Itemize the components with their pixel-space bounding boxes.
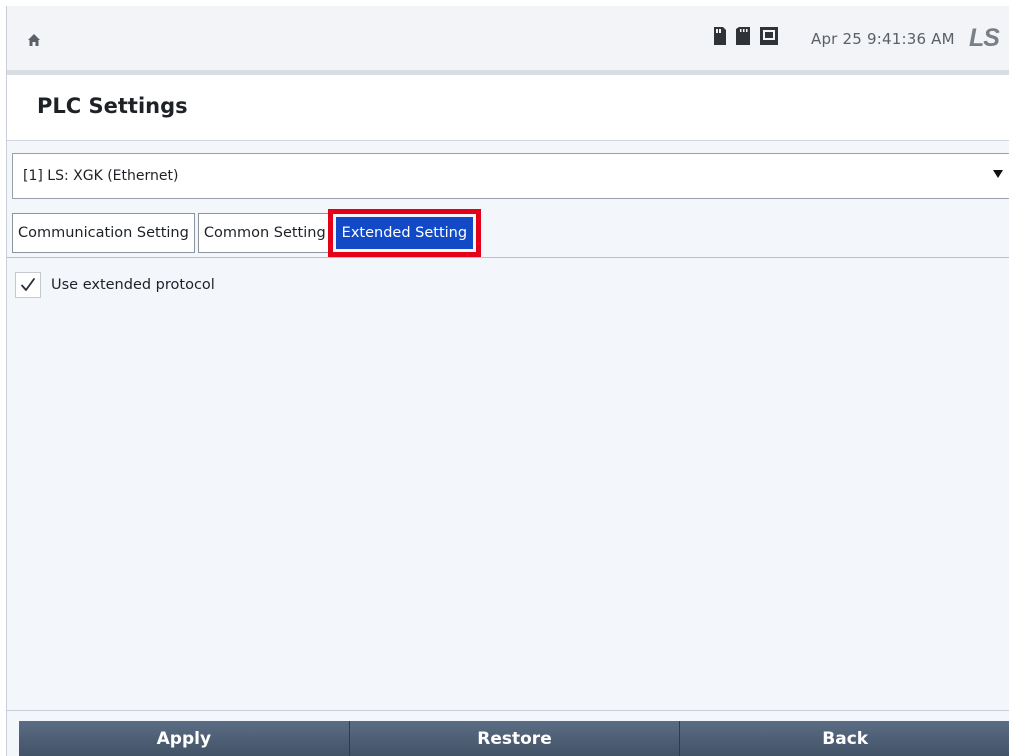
title-bar: PLC Settings: [7, 75, 1009, 141]
settings-tabs: Communication Setting Common Setting Ext…: [12, 209, 482, 257]
apply-button[interactable]: Apply: [19, 721, 350, 756]
hmi-screen: Apr 25 9:41:36 AM LS PLC Settings [1] LS…: [6, 6, 1009, 756]
tab-common-setting[interactable]: Common Setting: [197, 213, 332, 253]
page-title: PLC Settings: [37, 94, 188, 118]
brand-logo: LS: [969, 24, 1000, 52]
tab-communication-setting[interactable]: Communication Setting: [12, 213, 195, 253]
network-icon: [759, 26, 779, 46]
use-extended-protocol-checkbox[interactable]: [15, 272, 41, 298]
status-icons: [713, 26, 779, 46]
extended-setting-panel: Use extended protocol: [7, 258, 1009, 711]
memory-card-icon: [735, 26, 751, 46]
restore-button[interactable]: Restore: [349, 721, 681, 756]
plc-select-value: [1] LS: XGK (Ethernet): [23, 168, 179, 184]
use-extended-protocol-label: Use extended protocol: [51, 277, 215, 293]
plc-select[interactable]: [1] LS: XGK (Ethernet): [12, 153, 1009, 199]
action-bar: Apply Restore Back: [19, 721, 1009, 756]
use-extended-protocol-option[interactable]: Use extended protocol: [15, 272, 215, 298]
status-bar: Apr 25 9:41:36 AM LS: [7, 6, 1009, 75]
sd-card-icon: [713, 26, 727, 46]
dropdown-arrow-icon[interactable]: [993, 170, 1003, 178]
home-icon[interactable]: [27, 32, 41, 46]
datetime: Apr 25 9:41:36 AM: [811, 30, 955, 48]
tab-extended-setting[interactable]: Extended Setting: [327, 209, 482, 257]
checkmark-icon: [21, 278, 35, 291]
back-button[interactable]: Back: [680, 721, 1009, 756]
